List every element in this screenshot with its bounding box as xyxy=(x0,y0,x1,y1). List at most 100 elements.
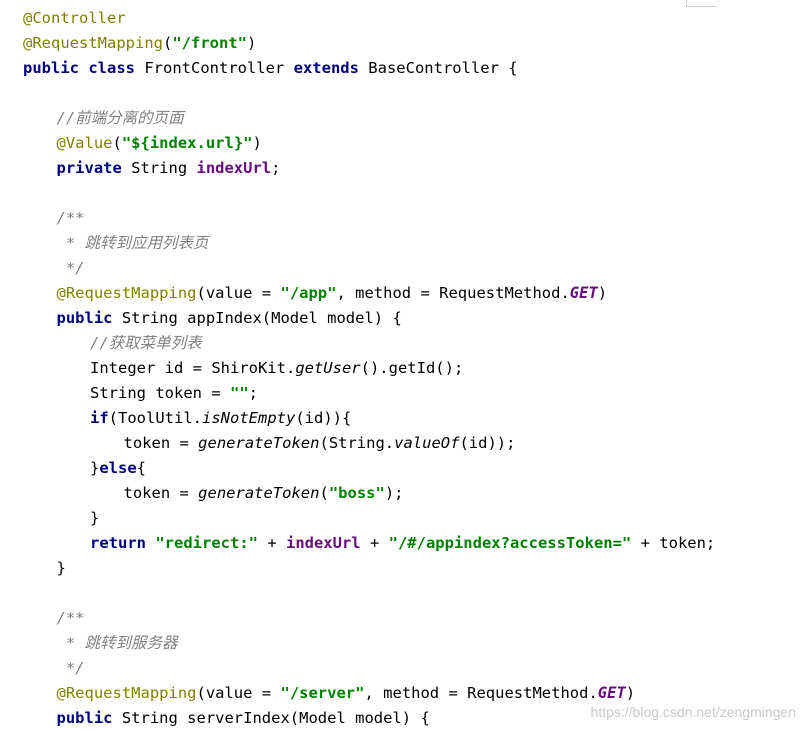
code-token: */ xyxy=(56,259,85,277)
code-line: * 跳转到应用列表页 xyxy=(57,231,209,256)
code-line: } xyxy=(90,506,99,531)
code-editor[interactable]: @Controller @RequestMapping("/front") publ… xyxy=(0,0,804,730)
code-line: public String serverIndex(Model model) { xyxy=(57,706,430,731)
code-token: /** xyxy=(56,209,85,227)
code-token: valueOf xyxy=(394,434,460,452)
code-token: ; xyxy=(271,159,281,177)
code-line: @RequestMapping(value = "/app", method =… xyxy=(57,281,608,306)
code-line: /** xyxy=(57,206,85,231)
code-token: } xyxy=(56,559,66,577)
code-token: ) xyxy=(625,684,636,702)
code-token: //前端分离的页面 xyxy=(56,109,184,127)
code-line: @RequestMapping(value = "/server", metho… xyxy=(57,681,636,706)
code-token: } xyxy=(90,509,100,527)
code-token: generateToken xyxy=(198,434,320,452)
code-line: /** xyxy=(57,606,85,631)
code-token: //获取菜单列表 xyxy=(90,334,202,352)
code-token: { xyxy=(136,459,147,477)
code-token: "boss" xyxy=(328,484,385,502)
code-line: public class FrontController extends Bas… xyxy=(23,56,518,81)
code-line: @Value("${index.url}") xyxy=(57,131,262,156)
code-token: GET xyxy=(569,284,598,302)
code-token: @RequestMapping xyxy=(23,34,163,52)
code-line: }else{ xyxy=(90,456,146,481)
code-line: @RequestMapping("/front") xyxy=(23,31,256,56)
code-token: * 跳转到服务器 xyxy=(56,634,178,652)
code-token: (String. xyxy=(319,434,395,452)
code-line: String token = ""; xyxy=(90,381,258,406)
code-token: BaseController { xyxy=(368,59,518,77)
code-line: @Controller xyxy=(23,6,126,31)
code-token: "" xyxy=(229,384,249,402)
code-token: ); xyxy=(384,484,404,502)
code-line: private String indexUrl; xyxy=(57,156,281,181)
code-token: @Controller xyxy=(23,9,126,27)
code-token: ().getId(); xyxy=(360,359,464,377)
code-token: "/server" xyxy=(280,684,365,702)
code-token: getUser xyxy=(295,359,361,377)
code-token: generateToken xyxy=(198,484,320,502)
code-token: "redirect:" xyxy=(155,534,258,552)
code-token: String appIndex(Model model) { xyxy=(121,309,402,327)
code-token: GET xyxy=(597,684,626,702)
code-token: @RequestMapping xyxy=(56,684,197,702)
code-token: indexUrl xyxy=(285,534,361,552)
code-token: token = xyxy=(123,484,199,502)
code-token: ; xyxy=(248,384,258,402)
code-line: if(ToolUtil.isNotEmpty(id)){ xyxy=(90,406,351,431)
code-token: String xyxy=(131,159,197,177)
code-token: if xyxy=(90,409,109,427)
code-line: */ xyxy=(57,656,85,681)
code-token: String token = xyxy=(90,384,230,402)
code-token: @RequestMapping xyxy=(56,284,197,302)
code-token: ( xyxy=(112,134,122,152)
code-token: ( xyxy=(162,34,173,52)
code-token: + xyxy=(257,534,286,552)
code-token: return xyxy=(90,534,156,552)
code-token: ) xyxy=(252,134,262,152)
code-line: Integer id = ShiroKit.getUser().getId(); xyxy=(90,356,463,381)
code-token: public class xyxy=(23,59,145,77)
code-line: //前端分离的页面 xyxy=(57,106,184,131)
code-line: return "redirect:" + indexUrl + "/#/appi… xyxy=(90,531,715,556)
code-token: indexUrl xyxy=(196,159,272,177)
code-token: public xyxy=(56,709,122,727)
code-token: ) xyxy=(246,34,257,52)
code-token: isNotEmpty xyxy=(202,409,296,427)
code-token: , method = RequestMethod. xyxy=(336,284,570,302)
code-line: */ xyxy=(57,256,85,281)
code-token: private xyxy=(56,159,132,177)
code-token: ( xyxy=(319,484,329,502)
code-line: public String appIndex(Model model) { xyxy=(57,306,402,331)
code-token: "/front" xyxy=(172,34,247,52)
code-line: token = generateToken("boss"); xyxy=(124,481,404,506)
code-line: token = generateToken(String.valueOf(id)… xyxy=(124,431,516,456)
code-token: (id)); xyxy=(459,434,516,452)
code-token: /** xyxy=(56,609,85,627)
code-line: //获取菜单列表 xyxy=(90,331,202,356)
code-token: String serverIndex(Model model) { xyxy=(121,709,430,727)
code-token: "/app" xyxy=(280,284,337,302)
code-token: ) xyxy=(597,284,608,302)
code-token: "/#/appindex?accessToken=" xyxy=(388,534,632,552)
code-token: (id)){ xyxy=(295,409,352,427)
tab-corner xyxy=(686,0,717,7)
watermark: https://blog.csdn.net/zengmingen xyxy=(590,704,796,720)
code-token: token = xyxy=(123,434,199,452)
code-line: * 跳转到服务器 xyxy=(57,631,178,656)
code-token: + xyxy=(360,534,389,552)
code-token: */ xyxy=(56,659,85,677)
code-token: (value = xyxy=(196,284,281,302)
code-token: @Value xyxy=(56,134,113,152)
code-token: FrontController xyxy=(144,59,294,77)
code-token: public xyxy=(56,309,122,327)
code-token: + token; xyxy=(631,534,716,552)
code-token: * 跳转到应用列表页 xyxy=(56,234,209,252)
code-token: , method = RequestMethod. xyxy=(364,684,598,702)
code-token: "${index.url}" xyxy=(121,134,253,152)
code-token: extends xyxy=(293,59,369,77)
code-token: (ToolUtil. xyxy=(108,409,202,427)
code-line: } xyxy=(57,556,66,581)
code-token: } xyxy=(90,459,100,477)
code-token: else xyxy=(99,459,137,477)
